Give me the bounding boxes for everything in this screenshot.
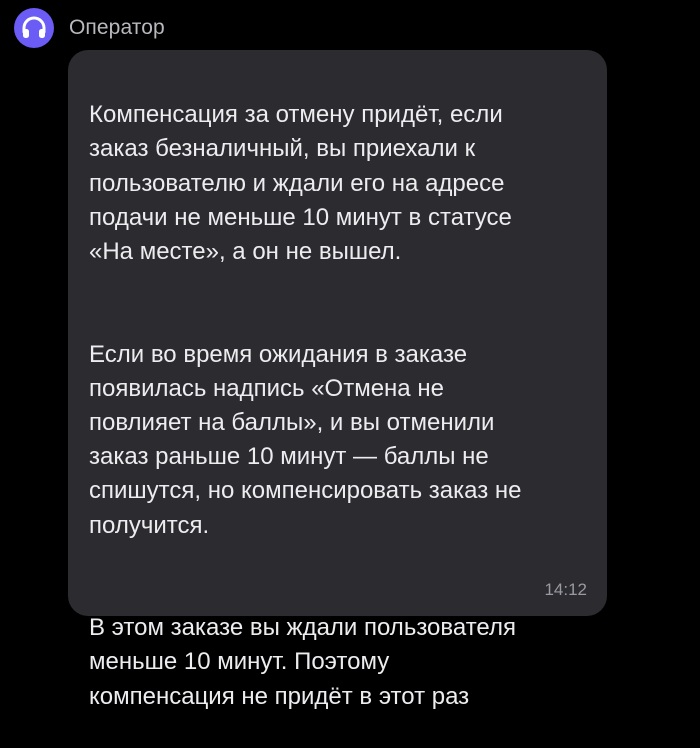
headphones-icon [22, 16, 46, 38]
operator-avatar[interactable] [14, 8, 54, 48]
message-text: Компенсация за отмену придёт, если заказ… [89, 64, 594, 748]
sender-name: Оператор [69, 16, 165, 39]
message-paragraph-3: В этом заказе вы ждали пользователя мень… [89, 614, 516, 710]
message-paragraph-2: Если во время ожидания в заказе появилас… [89, 340, 522, 539]
message-timestamp: 14:12 [544, 580, 587, 599]
message-header: Оператор [14, 8, 165, 48]
message-bubble[interactable]: Компенсация за отмену придёт, если заказ… [68, 50, 607, 710]
message-paragraph-1: Компенсация за отмену придёт, если заказ… [89, 101, 512, 266]
